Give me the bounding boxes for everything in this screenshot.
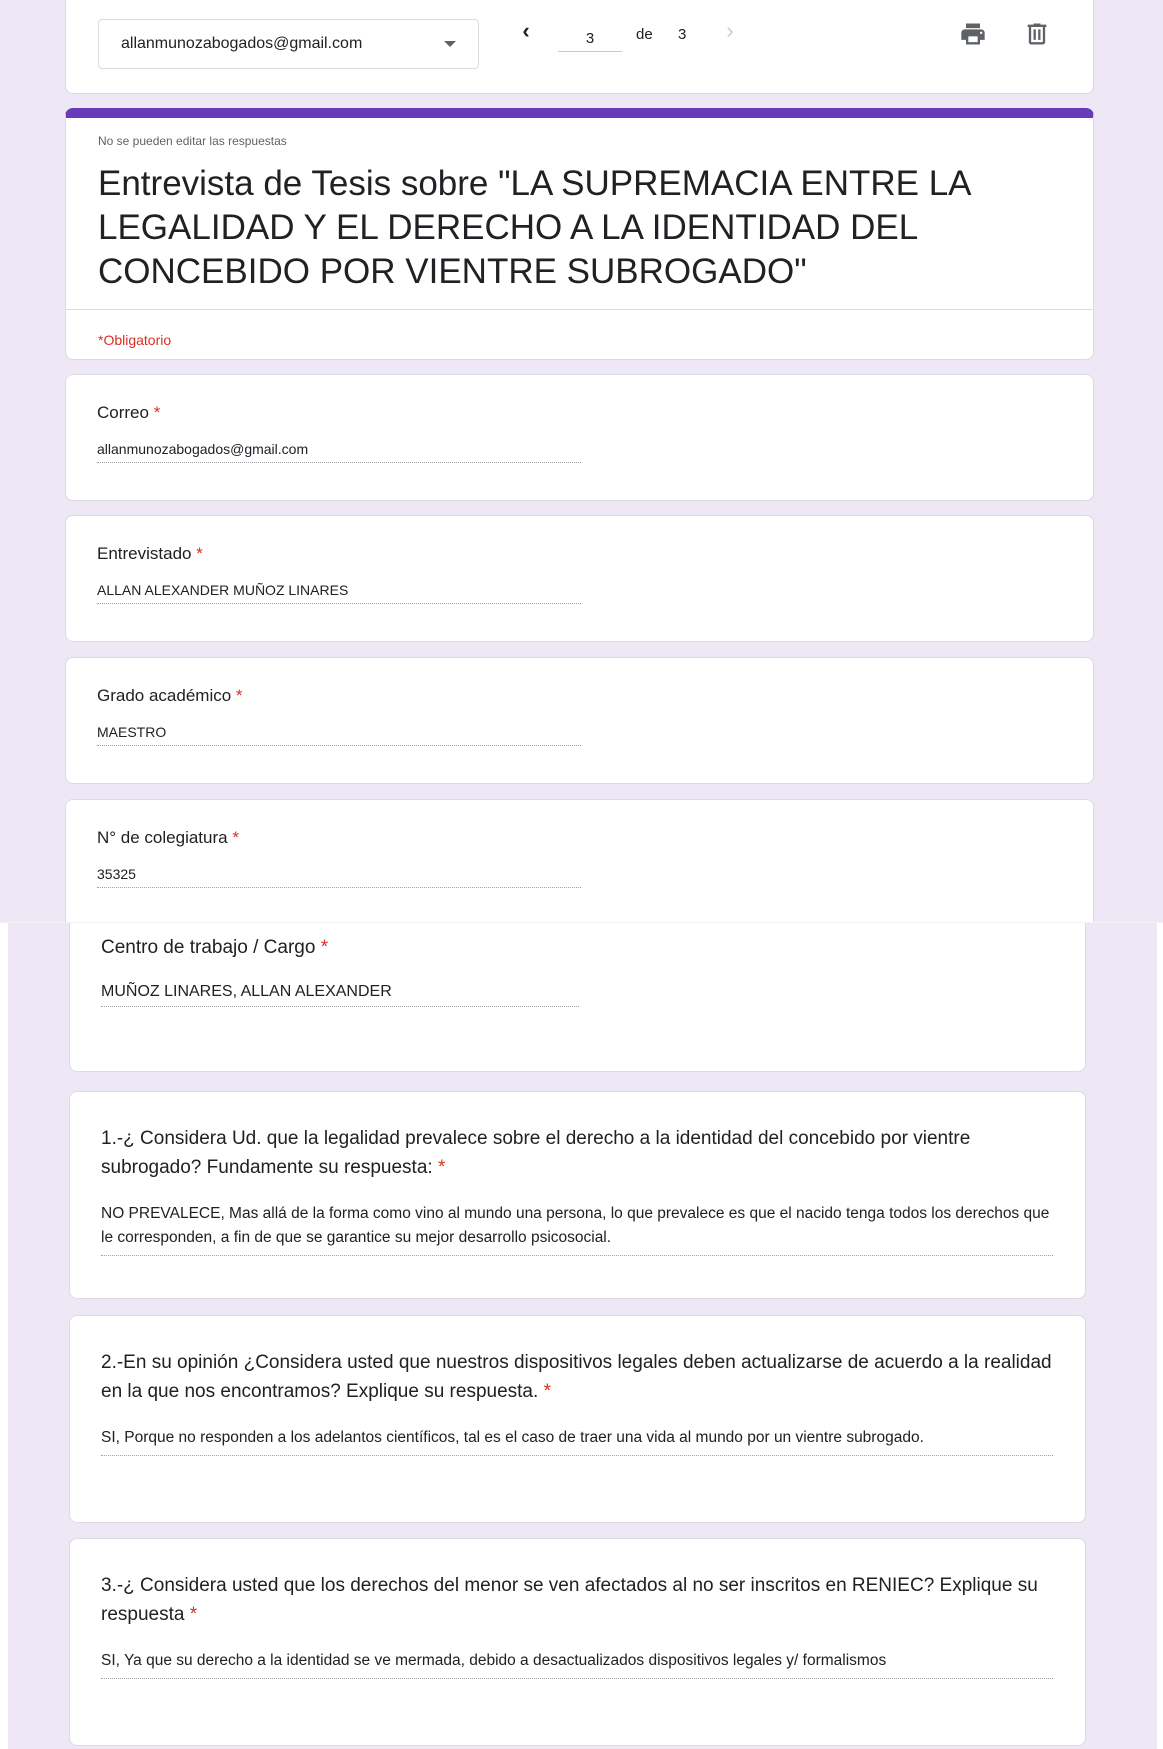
required-asterisk: * [437,1157,446,1178]
page-total: 3 [678,26,687,43]
required-asterisk: * [189,1604,198,1625]
question-label: Correo * [97,403,161,422]
question-label: Entrevistado * [97,544,203,563]
answer-text: NO PREVALECE, Mas allá de la forma como … [101,1202,1053,1256]
answer-text: SI, Ya que su derecho a la identidad se … [101,1649,1053,1679]
answer-text: MAESTRO [97,724,581,746]
print-icon[interactable] [959,20,987,48]
answer-text: allanmunozabogados@gmail.com [97,441,581,463]
question-card-grado: Grado académico * MAESTRO [65,657,1094,784]
question-label: 1.-¿ Considera Ud. que la legalidad prev… [101,1128,971,1178]
edit-disabled-note: No se pueden editar las respuestas [98,134,287,148]
page-number-input[interactable] [558,26,622,52]
question-label: Centro de trabajo / Cargo * [101,937,329,958]
question-card-entrevistado: Entrevistado * ALLAN ALEXANDER MUÑOZ LIN… [65,515,1094,642]
header-divider [66,309,1093,310]
required-asterisk: * [153,403,161,422]
chevron-right-icon[interactable]: › [716,16,744,46]
required-asterisk: * [543,1381,551,1402]
response-toolbar: allanmunozabogados@gmail.com ‹ de 3 › [65,0,1094,94]
answer-text: 35325 [97,866,581,888]
account-select[interactable]: allanmunozabogados@gmail.com [98,19,479,69]
page-of-label: de [636,26,653,43]
question-label: 3.-¿ Considera usted que los derechos de… [101,1575,1038,1625]
question-label: 2.-En su opinión ¿Considera usted que nu… [101,1352,1052,1402]
required-asterisk: * [196,544,203,563]
chevron-left-icon[interactable]: ‹ [512,16,540,46]
answer-text: MUÑOZ LINARES, ALLAN ALEXANDER [101,983,579,1007]
screenshot-top: allanmunozabogados@gmail.com ‹ de 3 › No… [0,0,1163,922]
answer-text: ALLAN ALEXANDER MUÑOZ LINARES [97,582,581,604]
chevron-down-icon [444,41,456,47]
required-asterisk: * [320,937,329,958]
form-header-card: No se pueden editar las respuestas Entre… [65,108,1094,360]
required-note: *Obligatorio [98,332,172,348]
required-asterisk: * [232,828,239,847]
question-label: N° de colegiatura * [97,828,239,847]
screenshot-bottom: Centro de trabajo / Cargo * MUÑOZ LINARE… [0,922,1163,1749]
question-card-centro-trabajo: Centro de trabajo / Cargo * MUÑOZ LINARE… [69,923,1086,1072]
question-card-2: 2.-En su opinión ¿Considera usted que nu… [69,1315,1086,1523]
required-asterisk: * [235,686,243,705]
answer-text: SI, Porque no responden a los adelantos … [101,1426,1053,1456]
question-card-1: 1.-¿ Considera Ud. que la legalidad prev… [69,1091,1086,1299]
question-card-correo: Correo * allanmunozabogados@gmail.com [65,374,1094,501]
question-card-colegiatura: N° de colegiatura * 35325 [65,799,1094,922]
form-title: Entrevista de Tesis sobre "LA SUPREMACIA… [98,164,970,291]
trash-icon[interactable] [1023,20,1051,48]
account-email: allanmunozabogados@gmail.com [121,35,363,52]
question-card-3: 3.-¿ Considera usted que los derechos de… [69,1538,1086,1746]
question-label: Grado académico * [97,686,243,705]
